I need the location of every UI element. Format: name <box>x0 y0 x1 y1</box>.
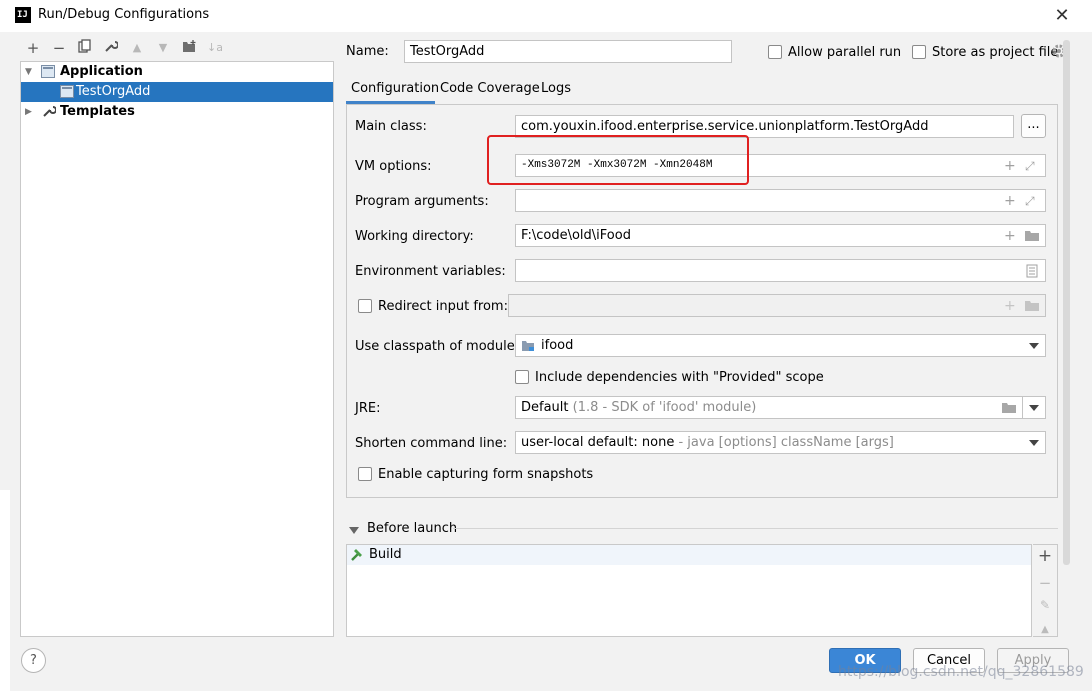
add-icon[interactable]: + <box>1004 193 1016 209</box>
redirect-input-field[interactable] <box>508 294 1046 317</box>
tree-item-templates[interactable]: ▶ Templates <box>21 102 333 122</box>
intellij-logo-icon: IJ <box>15 7 31 23</box>
window-title: Run/Debug Configurations <box>38 7 210 22</box>
chevron-down-icon[interactable] <box>1029 440 1039 446</box>
highlight-annotation-box <box>487 135 749 185</box>
tree-item-testorgadd[interactable]: TestOrgAdd <box>21 82 333 102</box>
wrench-icon <box>42 104 57 125</box>
run-debug-dialog: IJ Run/Debug Configurations ✕ + − ▲ ▼ ↓a… <box>0 0 1092 691</box>
shorten-command-line-select[interactable]: user-local default: none - java [options… <box>515 431 1046 454</box>
browse-main-class-button[interactable]: ... <box>1021 114 1046 138</box>
tree-item-label: Templates <box>60 104 135 119</box>
list-item[interactable]: Build <box>347 545 1031 565</box>
redirect-input-label: Redirect input from: <box>378 299 508 314</box>
tree-item-label: Application <box>60 64 143 79</box>
list-item-label: Build <box>369 547 402 562</box>
tab-code-coverage[interactable]: Code Coverage <box>440 81 540 96</box>
move-down-button[interactable]: ▼ <box>154 39 172 57</box>
jre-value: Default <box>521 400 569 415</box>
background-editor-strip <box>0 490 10 691</box>
document-icon[interactable] <box>1026 264 1038 282</box>
program-arguments-field[interactable] <box>515 189 1046 212</box>
classpath-module-value: ifood <box>541 338 574 353</box>
folder-icon[interactable] <box>1001 401 1017 418</box>
shorten-command-line-label: Shorten command line: <box>355 436 508 451</box>
module-folder-icon <box>521 339 536 356</box>
copy-configuration-button[interactable] <box>76 39 94 57</box>
allow-parallel-label: Allow parallel run <box>788 45 902 60</box>
jre-label: JRE: <box>355 401 381 416</box>
folder-add-icon <box>182 40 195 52</box>
move-up-icon[interactable]: ▲ <box>1037 624 1053 635</box>
name-label: Name: <box>346 44 389 59</box>
tree-item-application[interactable]: ▼ Application <box>21 62 333 82</box>
classpath-module-select[interactable]: ifood <box>515 334 1046 357</box>
form-snapshots-checkbox[interactable] <box>358 467 372 481</box>
name-field[interactable]: TestOrgAdd <box>404 40 732 63</box>
chevron-down-icon[interactable] <box>1029 343 1039 349</box>
shorten-command-line-detail: - java [options] className [args] <box>678 435 894 450</box>
watermark: https://blog.csdn.net/qq_32861589 <box>838 664 1084 680</box>
application-config-icon <box>41 65 55 78</box>
section-divider <box>453 528 1058 529</box>
include-dependencies-checkbox[interactable] <box>515 370 529 384</box>
include-dependencies-label: Include dependencies with "Provided" sco… <box>535 370 824 385</box>
add-icon[interactable]: + <box>1004 158 1016 174</box>
redirect-input-checkbox[interactable] <box>358 299 372 313</box>
hammer-icon <box>350 547 364 565</box>
sort-button[interactable]: ↓a <box>206 39 224 57</box>
wrench-icon <box>105 41 119 52</box>
add-icon[interactable]: + <box>1037 546 1053 566</box>
copy-icon <box>78 39 91 53</box>
collapse-arrow-icon[interactable]: ▶ <box>25 102 35 122</box>
allow-parallel-checkbox[interactable] <box>768 45 782 59</box>
tab-configuration[interactable]: Configuration <box>351 81 439 96</box>
shorten-command-line-value: user-local default: none <box>521 435 675 450</box>
before-launch-list: Build <box>346 544 1032 637</box>
collapse-section-icon[interactable] <box>349 524 359 539</box>
classpath-module-label: Use classpath of module: <box>355 339 520 354</box>
before-launch-title: Before launch <box>367 521 458 536</box>
add-configuration-button[interactable]: + <box>24 39 42 57</box>
jre-field[interactable]: Default (1.8 - SDK of 'ifood' module) <box>515 396 1023 419</box>
edit-defaults-button[interactable] <box>102 39 120 57</box>
help-button[interactable]: ? <box>21 648 46 673</box>
chevron-down-icon[interactable] <box>1029 405 1039 411</box>
main-class-label: Main class: <box>355 119 427 134</box>
program-arguments-label: Program arguments: <box>355 194 489 209</box>
expand-arrow-icon[interactable]: ▼ <box>25 62 35 82</box>
working-directory-field[interactable]: F:\code\old\iFood <box>515 224 1046 247</box>
move-up-button[interactable]: ▲ <box>128 39 146 57</box>
configuration-tree: ▼ Application TestOrgAdd ▶ Templates <box>20 61 334 637</box>
close-icon[interactable]: ✕ <box>1052 5 1072 26</box>
working-directory-label: Working directory: <box>355 229 474 244</box>
title-bar: IJ Run/Debug Configurations ✕ <box>0 0 1092 32</box>
edit-icon[interactable]: ✎ <box>1037 598 1053 612</box>
remove-configuration-button[interactable]: − <box>50 39 68 57</box>
add-icon[interactable]: + <box>1004 228 1016 244</box>
add-icon: + <box>1004 298 1016 314</box>
application-config-icon <box>60 85 74 98</box>
folder-icon <box>1024 299 1040 316</box>
folder-icon[interactable] <box>1024 229 1040 246</box>
new-folder-button[interactable] <box>180 39 198 57</box>
tab-logs[interactable]: Logs <box>541 81 571 96</box>
environment-variables-field[interactable] <box>515 259 1046 282</box>
scrollbar[interactable] <box>1063 40 1070 565</box>
form-snapshots-label: Enable capturing form snapshots <box>378 467 594 482</box>
vm-options-label: VM options: <box>355 159 432 174</box>
store-project-label: Store as project file <box>932 45 1059 60</box>
expand-icon[interactable]: ⤢ <box>1025 193 1035 209</box>
store-project-checkbox[interactable] <box>912 45 926 59</box>
expand-icon[interactable]: ⤢ <box>1025 158 1035 174</box>
remove-icon[interactable]: − <box>1037 574 1053 592</box>
tree-item-label: TestOrgAdd <box>76 84 151 99</box>
jre-detail: (1.8 - SDK of 'ifood' module) <box>572 400 757 415</box>
environment-variables-label: Environment variables: <box>355 264 506 279</box>
